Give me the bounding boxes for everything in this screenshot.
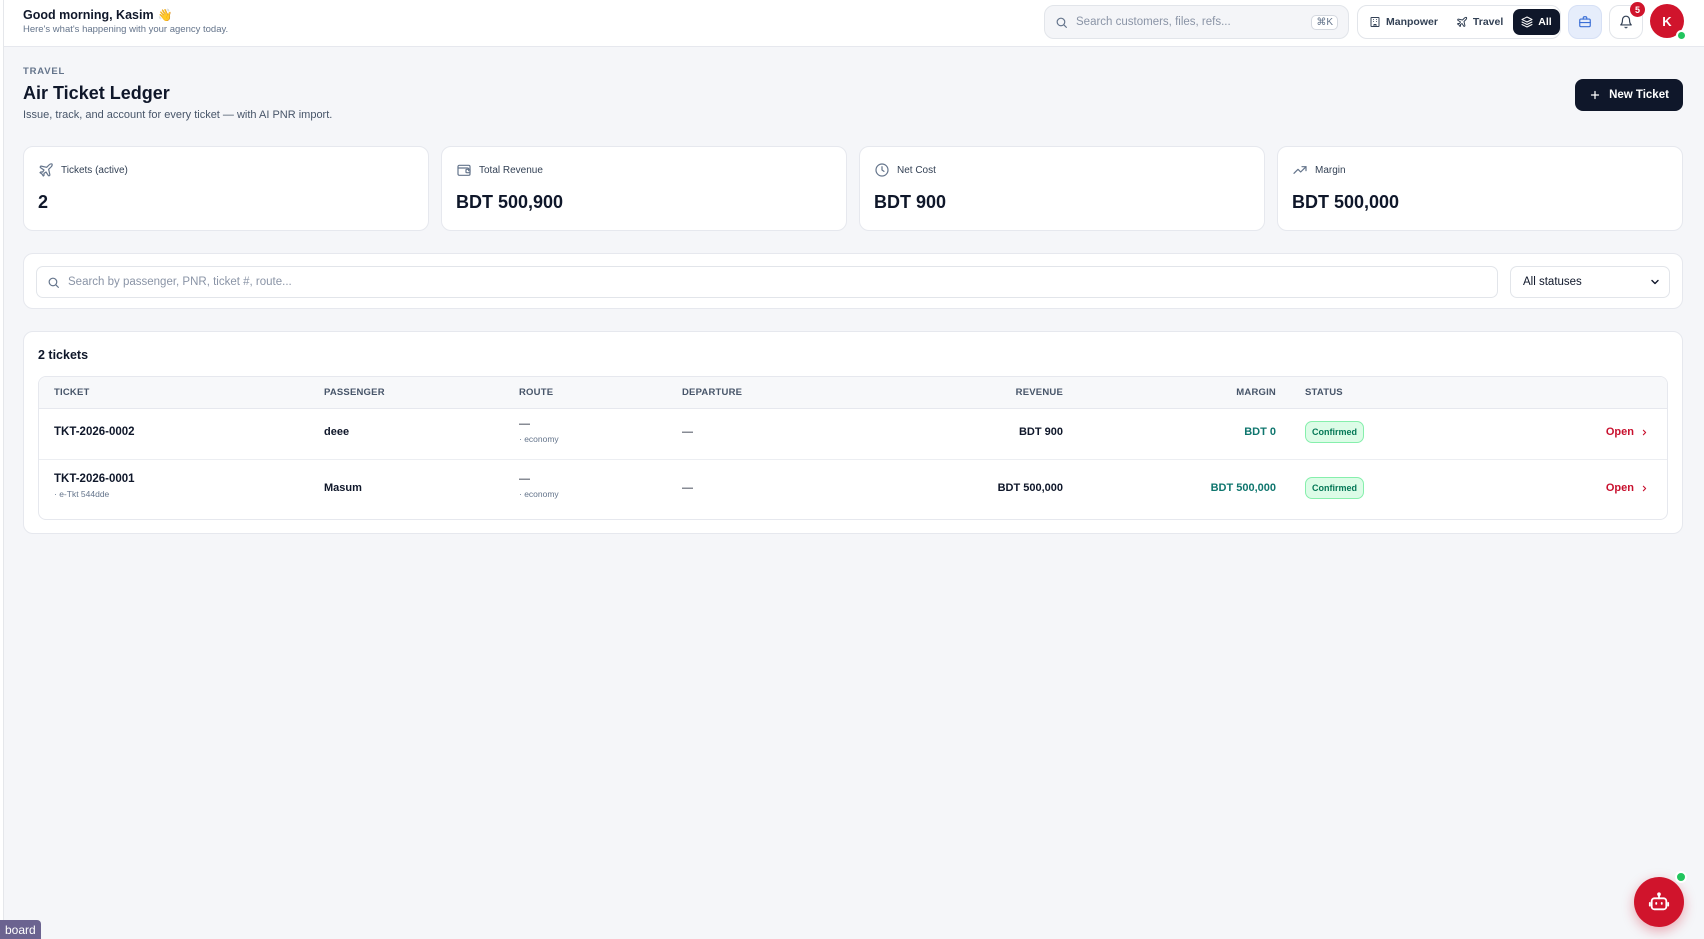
passenger-name: Masum [324, 482, 362, 494]
greeting-title: Good morning, Kasim [23, 8, 154, 22]
segment-manpower[interactable]: Manpower [1361, 9, 1446, 35]
wave-emoji-icon: 👋 [157, 8, 173, 22]
stat-label: Tickets (active) [61, 164, 128, 176]
margin-value: BDT 0 [1244, 426, 1276, 438]
ticket-number: TKT-2026-0001 [54, 473, 135, 485]
wallet-icon [457, 164, 471, 176]
plane-icon [1456, 16, 1468, 27]
column-header-revenue: REVENUE [1015, 387, 1063, 398]
new-ticket-button[interactable]: New Ticket [1575, 79, 1683, 111]
stat-card-tickets: Tickets (active) 2 [23, 146, 429, 231]
robot-icon [1648, 892, 1670, 911]
clock-icon [875, 163, 889, 177]
table-row[interactable]: TKT-2026-0001 · e-Tkt 544dde Masum — · e… [39, 460, 1667, 519]
assistant-online-dot [1675, 871, 1687, 883]
workspace-button[interactable] [1568, 5, 1602, 39]
ai-assistant-button[interactable] [1634, 877, 1684, 927]
status-filter-select[interactable]: All statuses [1510, 266, 1670, 298]
tickets-card: 2 tickets TICKET PASSENGER ROUTE DEPARTU… [23, 331, 1683, 534]
route-value: — [519, 473, 530, 485]
online-status-dot [1676, 30, 1687, 41]
stat-value: 2 [38, 192, 49, 212]
stat-value: BDT 900 [874, 192, 947, 212]
status-filter-value: All statuses [1523, 276, 1582, 288]
chevron-down-icon [1651, 279, 1659, 285]
column-header-margin: MARGIN [1236, 387, 1276, 398]
page-subtitle: Issue, track, and account for every tick… [23, 109, 333, 121]
chevron-right-icon [1642, 429, 1647, 435]
search-icon [48, 277, 59, 288]
segment-all-label: All [1538, 16, 1552, 28]
column-header-passenger: PASSENGER [324, 387, 385, 398]
chevron-right-icon [1642, 485, 1647, 491]
global-search-input[interactable] [1076, 16, 1312, 28]
dashboard-tab[interactable]: board [0, 920, 41, 939]
left-rail [0, 0, 4, 939]
ticket-count: 2 tickets [38, 348, 89, 362]
column-header-ticket: TICKET [54, 387, 90, 398]
segment-travel-label: Travel [1472, 16, 1504, 28]
stat-value: BDT 500,900 [456, 192, 564, 212]
building-icon [1370, 17, 1380, 27]
revenue-value: BDT 900 [1018, 426, 1063, 438]
stat-value: BDT 500,000 [1292, 192, 1400, 212]
open-ticket-link[interactable]: Open [1606, 426, 1649, 438]
route-value: — [519, 418, 530, 430]
ticket-search-input[interactable] [68, 276, 1487, 288]
route-class: · economy [519, 434, 559, 444]
revenue-value: BDT 500,000 [997, 482, 1063, 494]
column-header-departure: DEPARTURE [682, 387, 743, 398]
segment-all[interactable]: All [1513, 9, 1560, 35]
greeting-subtitle: Here's what's happening with your agency… [23, 24, 229, 35]
departure-value: — [682, 426, 693, 438]
bell-icon [1620, 15, 1632, 29]
tickets-table: TICKET PASSENGER ROUTE DEPARTURE REVENUE… [38, 376, 1668, 520]
ticket-search[interactable] [36, 266, 1498, 298]
search-icon [1056, 17, 1067, 28]
column-header-route: ROUTE [519, 387, 554, 398]
notifications-button[interactable]: 5 [1609, 2, 1645, 39]
module-switcher: Manpower Travel All [1357, 5, 1561, 39]
segment-travel[interactable]: Travel [1448, 9, 1511, 35]
margin-value: BDT 500,000 [1210, 482, 1276, 494]
segment-manpower-label: Manpower [1386, 16, 1438, 28]
user-avatar[interactable]: K [1650, 4, 1687, 41]
global-search[interactable]: ⌘K [1044, 5, 1349, 39]
stat-label: Total Revenue [479, 164, 543, 176]
stat-label: Margin [1315, 164, 1346, 176]
ticket-eticket-ref: · e-Tkt 544dde [54, 489, 110, 499]
column-header-status: STATUS [1305, 387, 1343, 398]
status-badge: Confirmed [1305, 421, 1364, 443]
stat-card-revenue: Total Revenue BDT 500,900 [441, 146, 847, 231]
stat-label: Net Cost [897, 164, 936, 176]
ticket-number: TKT-2026-0002 [54, 426, 135, 438]
greeting-block: Good morning, Kasim 👋 Here's what's happ… [23, 8, 228, 35]
stat-card-net-cost: Net Cost BDT 900 [859, 146, 1265, 231]
plus-icon [1590, 90, 1600, 100]
open-ticket-link[interactable]: Open [1606, 482, 1649, 494]
route-class: · economy [519, 489, 559, 499]
briefcase-icon [1579, 16, 1591, 28]
new-ticket-label: New Ticket [1609, 89, 1669, 101]
trending-up-icon [1293, 166, 1307, 174]
avatar-initial: K [1662, 13, 1672, 29]
table-header: TICKET PASSENGER ROUTE DEPARTURE REVENUE… [39, 377, 1667, 409]
stat-card-margin: Margin BDT 500,000 [1277, 146, 1683, 231]
page-title: Air Ticket Ledger [23, 83, 170, 103]
status-badge: Confirmed [1305, 477, 1364, 499]
filter-bar: All statuses [23, 253, 1683, 309]
search-shortcut-hint: ⌘K [1311, 14, 1338, 30]
departure-value: — [682, 482, 693, 494]
section-eyebrow: TRAVEL [23, 66, 66, 77]
open-link-label: Open [1605, 482, 1634, 494]
layers-icon [1521, 16, 1533, 28]
table-row[interactable]: TKT-2026-0002 deee — · economy — BDT 900… [39, 409, 1667, 460]
open-link-label: Open [1605, 426, 1634, 438]
passenger-name: deee [324, 426, 350, 438]
plane-icon [39, 163, 53, 177]
notification-badge: 5 [1630, 2, 1645, 17]
